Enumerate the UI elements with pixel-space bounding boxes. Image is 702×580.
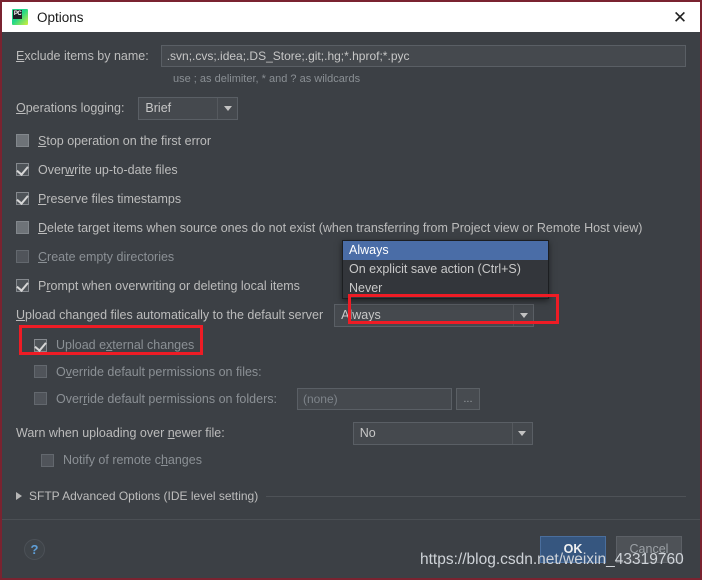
- dropdown-option-never[interactable]: Never: [343, 279, 548, 298]
- operations-logging-value: Brief: [145, 100, 172, 115]
- checkbox-row-upload-external-changes[interactable]: Upload external changes: [16, 332, 686, 358]
- checkbox-row-delete-target-items[interactable]: Delete target items when source ones do …: [16, 213, 686, 242]
- chevron-down-icon[interactable]: [511, 422, 532, 444]
- triangle-right-icon[interactable]: [16, 492, 22, 500]
- divider: [266, 495, 686, 497]
- dialog-footer: ? OK Cancel: [2, 520, 700, 578]
- exclude-items-hint: use ; as delimiter, * and ? as wildcards: [173, 73, 361, 85]
- exclude-items-input[interactable]: .svn;.cvs;.idea;.DS_Store;.git;.hg;*.hpr…: [160, 45, 686, 67]
- checkbox-create-empty-dirs[interactable]: [16, 250, 29, 263]
- app-icon-text: PC: [13, 10, 22, 19]
- checkbox-label: Prompt when overwriting or deleting loca…: [38, 278, 300, 293]
- warn-newer-value: No: [359, 425, 376, 440]
- chevron-down-icon[interactable]: [513, 304, 534, 326]
- title-bar: PC Options ✕: [2, 2, 700, 32]
- checkbox-label: Override default permissions on files:: [56, 364, 262, 379]
- checkbox-label: Create empty directories: [38, 249, 175, 264]
- checkbox-upload-external-changes[interactable]: [34, 338, 47, 352]
- ellipsis-icon[interactable]: ...: [455, 387, 480, 410]
- warn-newer-row: Warn when uploading over newer file: No: [16, 420, 686, 446]
- sftp-advanced-options-expander[interactable]: SFTP Advanced Options (IDE level setting…: [16, 486, 686, 506]
- upload-auto-value: Always: [341, 307, 381, 322]
- help-icon[interactable]: ?: [24, 538, 45, 560]
- upload-auto-dropdown-popup[interactable]: Always On explicit save action (Ctrl+S) …: [342, 240, 549, 299]
- checkbox-label: Delete target items when source ones do …: [38, 220, 643, 235]
- checkbox-prompt-overwrite[interactable]: [16, 279, 29, 292]
- upload-auto-label: Upload changed files automatically to th…: [16, 308, 324, 322]
- watermark-url: https://blog.csdn.net/weixin_43319760: [420, 551, 684, 568]
- checkbox-row-stop-on-error[interactable]: Stop operation on the first error: [16, 126, 686, 155]
- checkbox-label: Upload external changes: [56, 338, 195, 352]
- checkbox-overwrite-uptodate[interactable]: [16, 163, 29, 176]
- checkbox-delete-target-items[interactable]: [16, 221, 29, 234]
- override-folders-input[interactable]: (none): [296, 387, 452, 410]
- sftp-advanced-options-label: SFTP Advanced Options (IDE level setting…: [29, 489, 259, 503]
- checkbox-row-override-folders[interactable]: Override default permissions on folders:…: [16, 385, 686, 412]
- checkbox-notify-remote-changes[interactable]: [41, 453, 54, 467]
- warn-newer-combo[interactable]: No: [352, 421, 533, 445]
- checkbox-label: Notify of remote changes: [63, 453, 202, 467]
- checkbox-label: Overwrite up-to-date files: [38, 162, 178, 177]
- checkbox-preserve-timestamps[interactable]: [16, 192, 29, 205]
- exclude-items-row: Exclude items by name: .svn;.cvs;.idea;.…: [16, 44, 686, 68]
- operations-logging-row: Operations logging: Brief: [16, 96, 686, 120]
- checkbox-label: Stop operation on the first error: [38, 133, 212, 148]
- dropdown-option-always[interactable]: Always: [343, 241, 548, 260]
- dropdown-option-on-explicit-save[interactable]: On explicit save action (Ctrl+S): [343, 260, 548, 279]
- pycharm-icon: PC: [12, 9, 28, 25]
- warn-newer-label: Warn when uploading over newer file:: [16, 426, 225, 440]
- exclude-items-label: Exclude items by name:: [16, 49, 149, 63]
- operations-logging-label: Operations logging:: [16, 101, 125, 115]
- checkbox-label: Preserve files timestamps: [38, 191, 182, 206]
- upload-auto-row: Upload changed files automatically to th…: [16, 302, 686, 328]
- options-dialog: PC Options ✕ Exclude items by name: .svn…: [0, 0, 702, 580]
- checkbox-row-overwrite-uptodate[interactable]: Overwrite up-to-date files: [16, 155, 686, 184]
- checkbox-label: Override default permissions on folders:: [56, 391, 277, 406]
- checkbox-row-override-files[interactable]: Override default permissions on files:: [16, 358, 686, 385]
- chevron-down-icon[interactable]: [217, 97, 238, 119]
- checkbox-row-notify-remote-changes[interactable]: Notify of remote changes: [16, 446, 686, 474]
- upload-auto-combo[interactable]: Always: [334, 303, 535, 327]
- close-icon[interactable]: ✕: [666, 4, 694, 30]
- window-title: Options: [37, 9, 84, 25]
- checkbox-override-folders[interactable]: [34, 392, 47, 405]
- checkbox-stop-on-error[interactable]: [16, 134, 29, 147]
- checkbox-override-files[interactable]: [34, 365, 47, 378]
- dialog-body: Exclude items by name: .svn;.cvs;.idea;.…: [2, 32, 700, 519]
- operations-logging-combo[interactable]: Brief: [138, 96, 239, 120]
- checkbox-row-preserve-timestamps[interactable]: Preserve files timestamps: [16, 184, 686, 213]
